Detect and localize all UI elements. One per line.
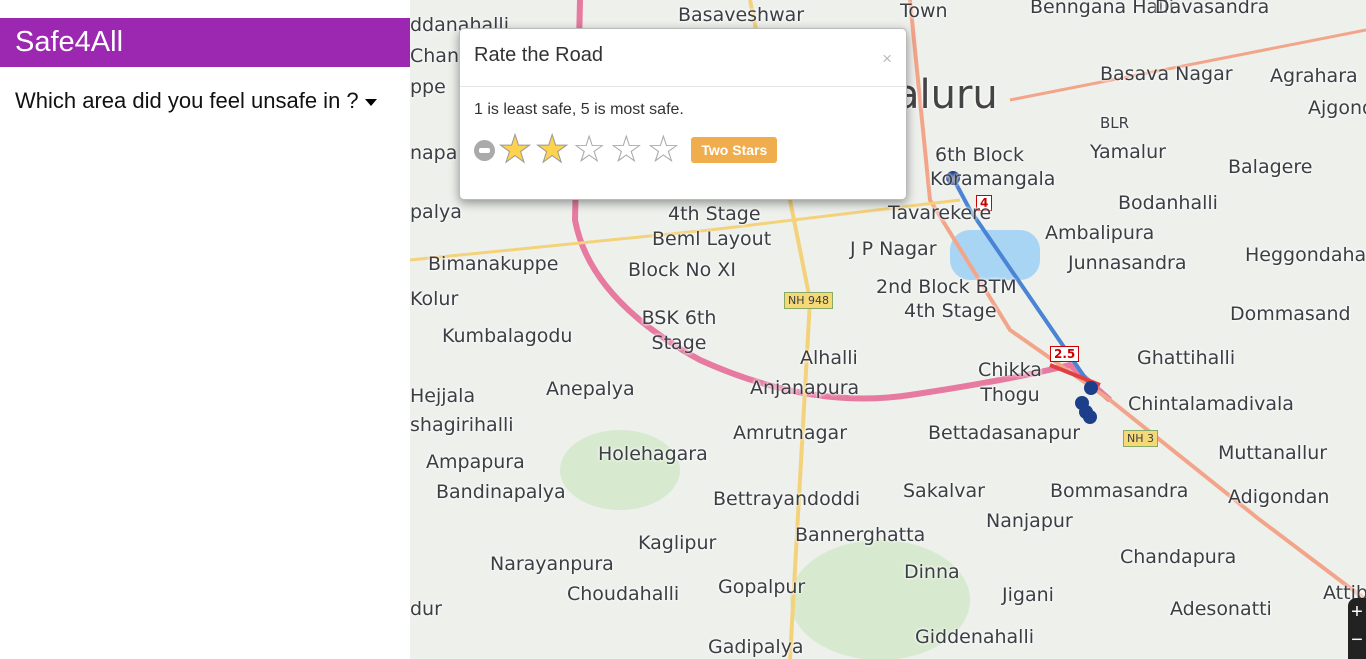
zoom-control: + −	[1348, 598, 1366, 659]
place-label: Giddenahalli	[915, 626, 1035, 648]
place-label: Nanjapur	[986, 510, 1073, 532]
place-label: Bimanakuppe	[428, 253, 559, 275]
place-label: Amrutnagar	[733, 422, 848, 444]
place-label: Town	[900, 0, 948, 22]
place-label: ppe	[410, 76, 446, 98]
place-label: 2nd Block BTM	[876, 276, 1017, 298]
place-label: Block No XI	[628, 259, 736, 281]
place-label: Chandapura	[1120, 546, 1237, 568]
place-label: Anepalya	[546, 378, 635, 400]
close-button[interactable]: ×	[882, 49, 892, 69]
location-marker[interactable]	[1084, 381, 1098, 395]
location-marker[interactable]	[1083, 410, 1097, 424]
place-label: Choudahalli	[567, 583, 680, 605]
place-label: BLR	[1100, 114, 1130, 132]
area-dropdown-label: Which area did you feel unsafe in ?	[15, 88, 359, 113]
caret-down-icon	[364, 98, 377, 106]
place-label: Jigani	[1002, 584, 1054, 606]
sidebar: Safe4All Which area did you feel unsafe …	[0, 0, 410, 659]
modal-title: Rate the Road	[474, 44, 603, 66]
place-label: Alhalli	[800, 347, 858, 369]
clear-rating-icon[interactable]	[474, 139, 495, 161]
place-label: Tavarekere	[888, 202, 992, 224]
place-label: Ambalipura	[1045, 222, 1155, 244]
app-title: Safe4All	[0, 18, 410, 67]
place-label: Adigondan	[1228, 486, 1330, 508]
highway-shield: NH 948	[784, 292, 833, 309]
place-label: Ajgond	[1308, 97, 1366, 119]
rating-badge: Two Stars	[691, 137, 778, 163]
place-label: Narayanpura	[490, 553, 614, 575]
star-1[interactable]: ★	[497, 131, 532, 170]
place-label: Davasandra	[1155, 0, 1270, 18]
place-label: palya	[410, 201, 462, 223]
place-label: 4th Stage	[668, 203, 761, 225]
place-label: Kumbalagodu	[442, 325, 573, 347]
place-label: Holehagara	[598, 443, 708, 465]
place-label: Yamalur	[1090, 141, 1166, 163]
place-label: Bodanhalli	[1118, 192, 1218, 214]
modal-header: Rate the Road ×	[460, 29, 906, 87]
star-rating[interactable]: ★ ★ ☆ ☆ ☆ Two Stars	[474, 131, 892, 170]
place-label: Muttanallur	[1218, 442, 1328, 464]
place-label: Balagere	[1228, 156, 1313, 178]
highway-shield: NH 3	[1123, 430, 1158, 447]
place-label: Basaveshwar	[678, 4, 805, 26]
place-label: 6th Block	[935, 144, 1025, 166]
place-label: Junnasandra	[1068, 252, 1187, 274]
place-label: Bettadasanapur	[928, 422, 1081, 444]
place-label: Dinna	[904, 561, 960, 583]
place-label: Bannerghatta	[795, 524, 926, 546]
place-label: Bettrayandoddi	[713, 488, 861, 510]
star-3[interactable]: ☆	[572, 131, 606, 169]
place-label: Chan	[410, 45, 459, 67]
place-label: aluru	[895, 72, 998, 118]
place-label: Chikka Thogu	[978, 359, 1042, 406]
area-dropdown[interactable]: Which area did you feel unsafe in ?	[15, 88, 377, 114]
rate-road-modal: Rate the Road × 1 is least safe, 5 is mo…	[459, 28, 907, 200]
place-label: Agrahara	[1270, 65, 1358, 87]
place-label: 4th Stage	[904, 300, 997, 322]
place-label: Sakalvar	[903, 480, 985, 502]
modal-body: 1 is least safe, 5 is most safe. ★ ★ ☆ ☆…	[460, 87, 906, 181]
place-label: Kaglipur	[638, 532, 717, 554]
route-marker: 2.5	[1050, 346, 1080, 362]
place-label: Ampapura	[426, 451, 525, 473]
place-label: Gopalpur	[718, 576, 806, 598]
zoom-out-button[interactable]: −	[1348, 626, 1366, 654]
rating-hint: 1 is least safe, 5 is most safe.	[474, 101, 684, 118]
place-label: shagirihalli	[410, 414, 514, 436]
place-label: Benngana Halli	[1030, 0, 1175, 18]
place-label: BSK 6th Stage	[641, 307, 717, 354]
zoom-in-button[interactable]: +	[1348, 598, 1366, 626]
place-label: Chintalamadivala	[1128, 393, 1294, 415]
place-label: Hejjala	[410, 385, 476, 407]
place-label: J P Nagar	[850, 238, 937, 260]
place-label: napa	[410, 142, 458, 164]
place-label: Ghattihalli	[1137, 347, 1236, 369]
place-label: dur	[410, 598, 442, 620]
place-label: Basava Nagar	[1100, 63, 1233, 85]
place-label: Koramangala	[930, 168, 1056, 190]
place-label: Dommasand	[1230, 303, 1351, 325]
place-label: Bommasandra	[1050, 480, 1189, 502]
park	[560, 430, 680, 510]
place-label: Heggondaha	[1245, 244, 1366, 266]
place-label: Kolur	[410, 288, 459, 310]
place-label: Beml Layout	[652, 228, 772, 250]
star-5[interactable]: ☆	[646, 131, 680, 169]
star-2[interactable]: ★	[535, 131, 570, 170]
place-label: Bandinapalya	[436, 481, 566, 503]
place-label: Anjanapura	[750, 377, 860, 399]
place-label: Gadipalya	[708, 636, 804, 658]
star-4[interactable]: ☆	[609, 131, 643, 169]
place-label: Adesonatti	[1170, 598, 1272, 620]
